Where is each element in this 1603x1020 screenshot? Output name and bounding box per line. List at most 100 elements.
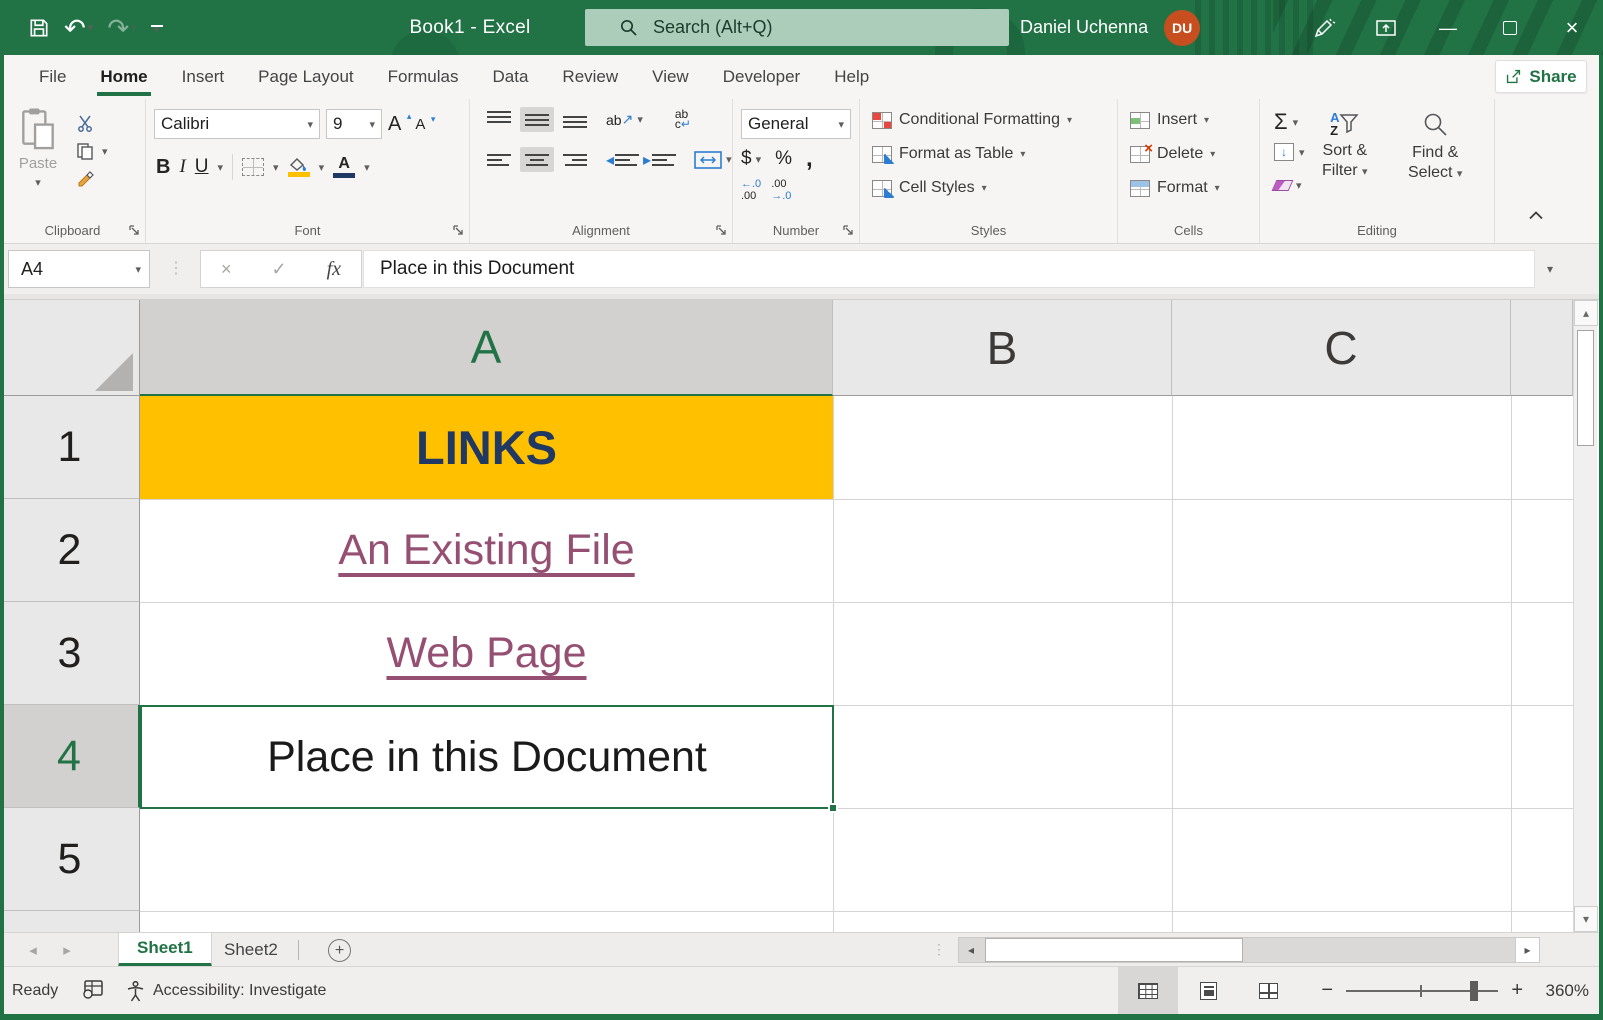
avatar[interactable]: DU — [1164, 10, 1200, 46]
name-box[interactable]: A4 ▾ — [8, 250, 150, 288]
row-header-2[interactable]: 2 — [0, 499, 140, 602]
zoom-slider[interactable] — [1346, 990, 1498, 992]
formula-bar-expand-icon[interactable]: ▾ — [1538, 250, 1562, 288]
number-dialog-launcher-icon[interactable] — [843, 225, 854, 236]
minimize-button[interactable]: — — [1417, 0, 1479, 55]
sheet-nav-next-icon[interactable]: ▸ — [52, 933, 82, 967]
clear-button[interactable]: ▾ — [1274, 179, 1302, 192]
accounting-format-button[interactable]: $ ▾ — [741, 148, 761, 170]
cell-A1[interactable]: LINKS — [140, 396, 833, 499]
font-name-combo[interactable]: Calibri▾ — [154, 109, 320, 139]
bottom-align-button[interactable] — [558, 107, 592, 132]
ribbon-tab-file[interactable]: File — [22, 55, 83, 99]
ribbon-tab-view[interactable]: View — [635, 55, 706, 99]
coming-soon-pen-icon[interactable] — [1293, 0, 1355, 55]
borders-button[interactable] — [242, 158, 264, 176]
cell-A4-selected[interactable]: Place in this Document — [140, 705, 834, 809]
ribbon-display-options-icon[interactable] — [1355, 0, 1417, 55]
cell-A2-hyperlink[interactable]: An Existing File — [140, 499, 833, 602]
scroll-left-icon[interactable]: ◂ — [959, 938, 983, 962]
font-dialog-launcher-icon[interactable] — [453, 225, 464, 236]
number-format-combo[interactable]: General▾ — [741, 109, 851, 139]
ribbon-tab-page-layout[interactable]: Page Layout — [241, 55, 370, 99]
orientation-button[interactable]: ab↗ — [606, 111, 633, 128]
fill-handle[interactable] — [828, 803, 838, 813]
zoom-level-label[interactable]: 360% — [1529, 981, 1589, 1001]
font-color-dropdown-icon[interactable]: ▾ — [364, 161, 370, 174]
column-header-b[interactable]: B — [833, 300, 1172, 396]
ribbon-tab-review[interactable]: Review — [545, 55, 635, 99]
decrease-decimal-button[interactable]: .00→.0 — [771, 179, 791, 202]
decrease-font-size-button[interactable]: A▾ — [415, 116, 433, 133]
normal-view-button[interactable] — [1118, 967, 1178, 1014]
scrollbar-splitter-handle[interactable]: ⋮ — [932, 941, 946, 958]
ribbon-tab-data[interactable]: Data — [476, 55, 546, 99]
name-box-dropdown-icon[interactable]: ▾ — [135, 263, 141, 276]
copy-button[interactable]: ▾ — [76, 137, 136, 165]
align-right-button[interactable] — [558, 147, 592, 172]
undo-dropdown-icon[interactable]: ▾ — [88, 21, 94, 34]
bold-button[interactable]: B — [156, 156, 170, 179]
fill-color-button[interactable] — [288, 158, 310, 177]
fill-color-dropdown-icon[interactable]: ▾ — [319, 161, 325, 174]
collapse-ribbon-icon[interactable] — [1528, 211, 1544, 220]
column-header-partial[interactable] — [1511, 300, 1573, 396]
wrap-text-button[interactable]: ab c↵ — [675, 110, 691, 129]
new-sheet-button[interactable]: + — [328, 939, 351, 962]
save-icon[interactable] — [28, 17, 50, 39]
close-button[interactable]: × — [1541, 0, 1603, 55]
sheet-nav-prev-icon[interactable]: ◂ — [18, 933, 48, 967]
insert-function-icon[interactable]: fx — [327, 258, 341, 281]
formula-bar-resize-handle[interactable]: ⋮ — [168, 258, 182, 278]
sheet-tab-sheet2[interactable]: Sheet2 — [206, 933, 296, 967]
increase-indent-button[interactable]: ▸ — [643, 150, 676, 170]
center-button[interactable] — [520, 147, 554, 172]
font-size-combo[interactable]: 9▾ — [326, 109, 382, 139]
zoom-in-icon[interactable]: + — [1511, 979, 1523, 1002]
insert-cells-button[interactable]: Insert ▾ — [1130, 111, 1209, 129]
ribbon-tab-home[interactable]: Home — [83, 55, 164, 99]
maximize-button[interactable] — [1479, 0, 1541, 55]
horizontal-scrollbar[interactable]: ◂ ▸ — [958, 937, 1540, 963]
merge-center-dropdown-icon[interactable]: ▾ — [726, 153, 732, 166]
row-header-partial[interactable] — [0, 911, 140, 932]
ribbon-tab-formulas[interactable]: Formulas — [371, 55, 476, 99]
undo-button[interactable]: ↶ ▾ — [64, 15, 93, 41]
account-area[interactable]: Daniel Uchenna DU — [1020, 0, 1200, 55]
orientation-dropdown-icon[interactable]: ▾ — [637, 113, 643, 126]
cut-button[interactable] — [76, 109, 136, 137]
cell-styles-button[interactable]: Cell Styles ▾ — [872, 179, 987, 197]
spreadsheet-grid[interactable]: A B C 1 2 3 4 5 LINKS An Existing File W… — [0, 300, 1603, 932]
clipboard-dialog-launcher-icon[interactable] — [129, 225, 140, 236]
top-align-button[interactable] — [482, 107, 516, 132]
zoom-out-icon[interactable]: − — [1321, 979, 1333, 1002]
fill-button[interactable]: ↓ ▾ — [1274, 143, 1305, 161]
middle-align-button[interactable] — [520, 107, 554, 132]
share-button[interactable]: Share — [1495, 60, 1587, 93]
italic-button[interactable]: I — [179, 156, 185, 178]
customize-quick-access-button[interactable]: ▾ — [151, 25, 163, 30]
scroll-up-icon[interactable]: ▴ — [1574, 300, 1598, 326]
alignment-dialog-launcher-icon[interactable] — [716, 225, 727, 236]
merge-center-button[interactable] — [694, 151, 722, 169]
row-header-4[interactable]: 4 — [0, 705, 140, 808]
format-cells-button[interactable]: Format ▾ — [1130, 179, 1220, 197]
autosum-button[interactable]: Σ ▾ — [1274, 109, 1298, 135]
format-as-table-button[interactable]: Format as Table ▾ — [872, 145, 1025, 163]
comma-style-button[interactable]: , — [806, 145, 813, 173]
select-all-button[interactable] — [0, 300, 140, 396]
search-box[interactable]: Search (Alt+Q) — [585, 9, 1009, 46]
underline-button[interactable]: U — [195, 156, 209, 178]
ribbon-tab-help[interactable]: Help — [817, 55, 886, 99]
sheet-tab-sheet1[interactable]: Sheet1 — [118, 933, 212, 967]
sort-filter-button[interactable]: AZ Sort & Filter ▾ — [1322, 111, 1368, 181]
page-break-view-button[interactable] — [1238, 967, 1298, 1014]
font-color-button[interactable]: A — [333, 156, 355, 178]
vertical-scrollbar[interactable]: ▴ ▾ — [1573, 300, 1597, 932]
find-select-button[interactable]: Find & Select ▾ — [1408, 111, 1462, 183]
horizontal-scroll-thumb[interactable] — [985, 938, 1243, 962]
conditional-formatting-button[interactable]: Conditional Formatting ▾ — [872, 111, 1072, 129]
percent-style-button[interactable]: % — [775, 148, 792, 170]
column-header-a[interactable]: A — [140, 300, 833, 396]
scroll-down-icon[interactable]: ▾ — [1574, 906, 1598, 932]
